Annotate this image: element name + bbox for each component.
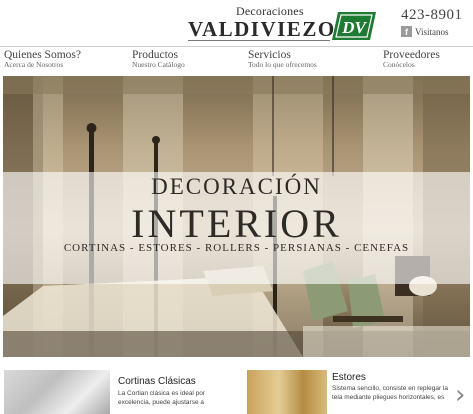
hero-title-line1: DECORACIÓN bbox=[151, 174, 322, 199]
brand-name[interactable]: VALDIVIEZO bbox=[188, 17, 336, 42]
dv-logo[interactable]: DV bbox=[330, 10, 378, 42]
nav-subtitle: Conócelos bbox=[383, 60, 415, 69]
nav-subtitle: Todo lo que ofrecemos bbox=[248, 60, 317, 69]
main-nav: Quienes Somos? Acerca de Nosotros Produc… bbox=[0, 46, 473, 75]
brand-underline bbox=[188, 40, 330, 41]
site-header: Decoraciones VALDIVIEZO DV 423-8901 f Vi… bbox=[0, 0, 473, 44]
estores-thumbnail[interactable] bbox=[247, 370, 327, 414]
hero-banner[interactable]: DECORACIÓN INTERIOR CORTINAS - ESTORES -… bbox=[3, 76, 470, 357]
card-title-cortinas[interactable]: Cortinas Clásicas bbox=[118, 376, 196, 387]
nav-item-proveedores[interactable]: Proveedores Conócelos bbox=[383, 49, 440, 69]
nav-subtitle: Acerca de Nosotros bbox=[4, 60, 64, 69]
logo-text: DV bbox=[341, 18, 367, 37]
facebook-icon: f bbox=[401, 26, 412, 37]
nav-item-servicios[interactable]: Servicios Todo lo que ofrecemos bbox=[248, 49, 317, 69]
card-title-estores[interactable]: Estores bbox=[332, 372, 366, 383]
nav-item-quienes-somos[interactable]: Quienes Somos? Acerca de Nosotros bbox=[4, 49, 81, 69]
nav-subtitle: Nuestro Catálogo bbox=[132, 60, 185, 69]
hero-subtitle: CORTINAS - ESTORES - ROLLERS - PERSIANAS… bbox=[63, 242, 410, 254]
phone-number: 423-8901 bbox=[401, 7, 463, 23]
card-text-estores: Sistema sencillo, consiste en replegar l… bbox=[332, 385, 448, 401]
card-text-cortinas: La Cortian clásica es ideal por excelenc… bbox=[118, 390, 206, 406]
hero-title-line2: INTERIOR bbox=[131, 201, 342, 246]
facebook-link[interactable]: f Visitanos bbox=[401, 26, 448, 37]
nav-item-productos[interactable]: Productos Nuestro Catálogo bbox=[132, 49, 185, 69]
next-arrow-icon[interactable]: › bbox=[455, 376, 469, 414]
cortinas-clasicas-thumbnail[interactable] bbox=[4, 370, 110, 414]
facebook-label: Visitanos bbox=[415, 26, 449, 37]
featured-products: Cortinas Clásicas La Cortian clásica es … bbox=[0, 360, 473, 414]
